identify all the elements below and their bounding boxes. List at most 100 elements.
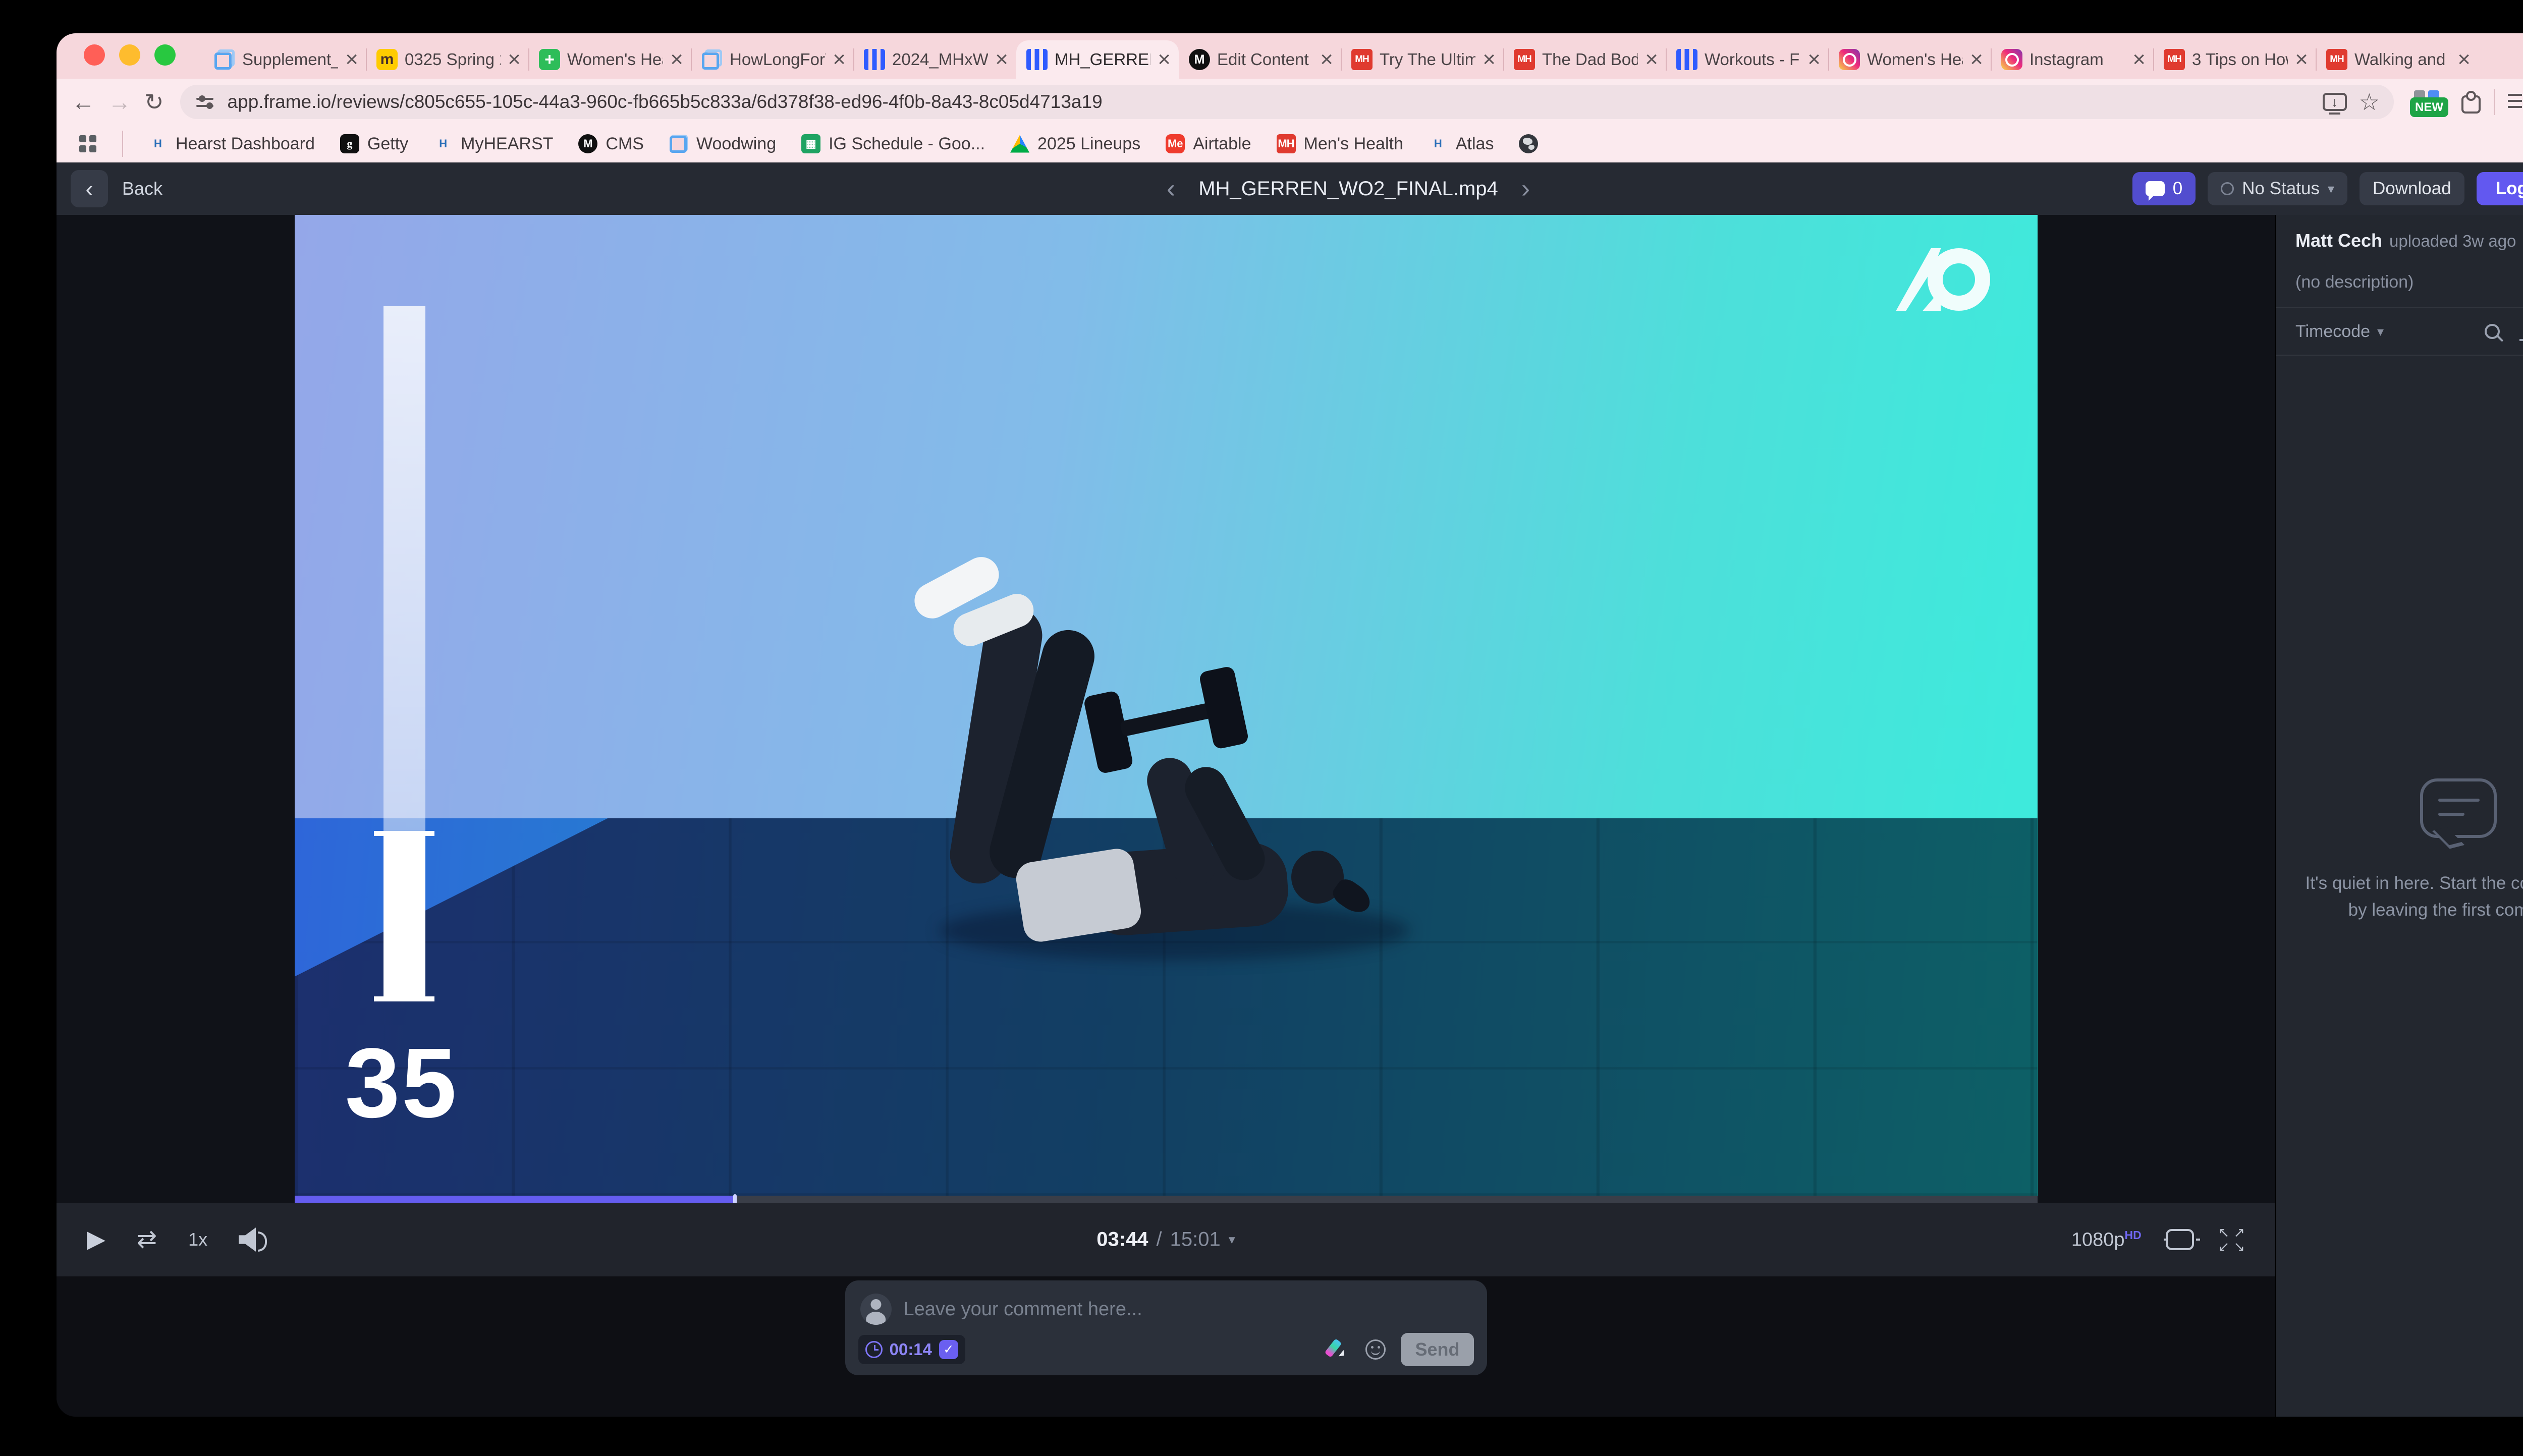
back-button[interactable]: ‹: [71, 170, 108, 207]
login-button[interactable]: Login: [2477, 172, 2523, 205]
bookmark-label: CMS: [606, 134, 644, 154]
browser-tab[interactable]: MH_GERREN_W ×: [1016, 40, 1179, 79]
site-settings-icon[interactable]: [194, 91, 215, 113]
forward-nav-icon[interactable]: →: [108, 90, 131, 114]
volume-icon[interactable]: [239, 1227, 265, 1252]
apps-grid-icon[interactable]: [79, 135, 97, 153]
tab-close-icon[interactable]: ×: [508, 48, 521, 71]
browser-tab[interactable]: MH The Dad Bod Shr ×: [1504, 40, 1666, 79]
tab-close-icon[interactable]: ×: [1158, 48, 1171, 71]
browser-tab[interactable]: Supplement_Gre ×: [204, 40, 366, 79]
send-button[interactable]: Send: [1401, 1333, 1473, 1366]
annotate-icon[interactable]: [1327, 1338, 1350, 1361]
next-asset-icon[interactable]: ›: [1521, 176, 1530, 202]
time-caret-icon: ▾: [1229, 1232, 1235, 1248]
bookmark-item[interactable]: [1519, 134, 1538, 153]
getty-favicon: g: [340, 134, 359, 153]
bookmark-item[interactable]: g Getty: [340, 134, 408, 154]
quality-button[interactable]: 1080pHD: [2071, 1228, 2142, 1251]
timecode-dropdown[interactable]: Timecode ▾: [2295, 322, 2384, 342]
zoom-window-button[interactable]: [154, 44, 176, 66]
browser-tab[interactable]: HowLongForWor ×: [691, 40, 854, 79]
reload-icon[interactable]: ↻: [144, 90, 164, 114]
url-text[interactable]: app.frame.io/reviews/c805c655-105c-44a3-…: [228, 91, 2311, 113]
address-bar[interactable]: app.frame.io/reviews/c805c655-105c-44a3-…: [180, 85, 2394, 119]
back-label[interactable]: Back: [122, 178, 162, 199]
browser-tab[interactable]: 2024_MHxWH_A ×: [854, 40, 1016, 79]
timestamp-chip[interactable]: 00:14 ✓: [858, 1335, 965, 1364]
time-display[interactable]: 03:44 / 15:01 ▾: [1096, 1228, 1235, 1251]
tab-close-icon[interactable]: ×: [1320, 48, 1333, 71]
bookmarks-bar: H Hearst Dashboard g Getty H MyHEARST M …: [57, 125, 2523, 162]
tab-close-icon[interactable]: ×: [1645, 48, 1658, 71]
tab-close-icon[interactable]: ×: [2295, 48, 2308, 71]
timestamp-toggle[interactable]: ✓: [939, 1340, 958, 1359]
extensions-icon[interactable]: [2461, 95, 2481, 114]
browser-tab[interactable]: MH Walking and Wei ×: [2316, 40, 2479, 79]
browser-tab[interactable]: Women's Health ×: [1829, 40, 1991, 79]
browser-toolbar: ← → ↻ app.frame.io/reviews/c805c655-105c…: [57, 79, 2523, 125]
header-actions: 0 No Status ▾ Download Login ▾: [2132, 172, 2523, 205]
tab-close-icon[interactable]: ×: [995, 48, 1008, 71]
bookmark-item[interactable]: Me Airtable: [1166, 134, 1251, 154]
comment-composer[interactable]: 00:14 ✓ Send: [845, 1280, 1487, 1375]
video-frame[interactable]: 35: [295, 215, 2038, 1196]
tab-close-icon[interactable]: ×: [345, 48, 358, 71]
window-controls: [84, 44, 176, 66]
browser-tab[interactable]: MH 3 Tips on How to ×: [2154, 40, 2316, 79]
uploader-name[interactable]: Matt Cech: [2295, 230, 2382, 251]
bookmark-item[interactable]: MH Men's Health: [1277, 134, 1403, 154]
guides-icon[interactable]: [2166, 1229, 2194, 1250]
bookmark-item[interactable]: M CMS: [578, 134, 644, 154]
reading-list-icon[interactable]: [2508, 91, 2523, 113]
timer-bar-fill: [383, 835, 425, 998]
timecode-label: Timecode: [2295, 322, 2370, 342]
minimize-window-button[interactable]: [119, 44, 140, 66]
video-stage: 35: [57, 215, 2275, 1196]
emoji-icon[interactable]: [1365, 1339, 1386, 1360]
comment-input[interactable]: [904, 1299, 1472, 1320]
bookmark-item[interactable]: 2025 Lineups: [1010, 134, 1140, 154]
bookmark-item[interactable]: ▦ IG Schedule - Goo...: [801, 134, 985, 154]
install-app-icon[interactable]: [2323, 93, 2347, 111]
extension-new-icon[interactable]: NEW: [2410, 89, 2448, 115]
tab-close-icon[interactable]: ×: [2457, 48, 2471, 71]
download-button[interactable]: Download: [2360, 172, 2464, 205]
bookmark-item[interactable]: H Atlas: [1429, 134, 1494, 154]
bookmark-star-icon[interactable]: ☆: [2359, 90, 2380, 114]
status-dropdown[interactable]: No Status ▾: [2208, 172, 2347, 205]
fullscreen-icon[interactable]: ↖↗↙↘: [2218, 1226, 2245, 1253]
tab-close-icon[interactable]: ×: [833, 48, 846, 71]
tab-close-icon[interactable]: ×: [1807, 48, 1821, 71]
player-pane: 35 ▶ ⇄ 1x 03:44: [57, 215, 2275, 1417]
tab-close-icon[interactable]: ×: [1970, 48, 1983, 71]
tab-close-icon[interactable]: ×: [1483, 48, 1496, 71]
bookmark-item[interactable]: H MyHEARST: [433, 134, 553, 154]
export-comments-icon[interactable]: [2518, 321, 2523, 342]
previous-asset-icon[interactable]: ‹: [1167, 176, 1175, 202]
playback-speed-button[interactable]: 1x: [188, 1229, 207, 1250]
play-button[interactable]: ▶: [87, 1227, 105, 1252]
tab-close-icon[interactable]: ×: [2132, 48, 2146, 71]
browser-tab[interactable]: + Women's Health ×: [529, 40, 691, 79]
browser-tab[interactable]: m 0325 Spring 202 ×: [366, 40, 529, 79]
asset-description: (no description): [2295, 272, 2523, 292]
comment-count-button[interactable]: 0: [2132, 172, 2196, 205]
bookmark-item[interactable]: H Hearst Dashboard: [148, 134, 315, 154]
browser-tab[interactable]: Instagram ×: [1991, 40, 2154, 79]
instagram-favicon: [2001, 49, 2022, 70]
close-window-button[interactable]: [84, 44, 105, 66]
tab-title: Women's Health: [1867, 50, 1963, 69]
mh-favicon: MH: [1514, 49, 1535, 70]
browser-tab[interactable]: MH Try The Ultimate ×: [1341, 40, 1504, 79]
seek-bar[interactable]: [295, 1196, 2038, 1203]
back-nav-icon[interactable]: ←: [72, 90, 95, 114]
browser-tab[interactable]: Workouts - Fram ×: [1666, 40, 1829, 79]
tab-title: Try The Ultimate: [1380, 50, 1475, 69]
loop-button[interactable]: ⇄: [137, 1227, 157, 1252]
bookmark-item[interactable]: Woodwing: [669, 134, 776, 154]
browser-tab[interactable]: M Edit Content | b0 ×: [1179, 40, 1341, 79]
tab-title: Women's Health: [567, 50, 663, 69]
tab-close-icon[interactable]: ×: [670, 48, 683, 71]
search-comments-icon[interactable]: [2485, 324, 2500, 339]
